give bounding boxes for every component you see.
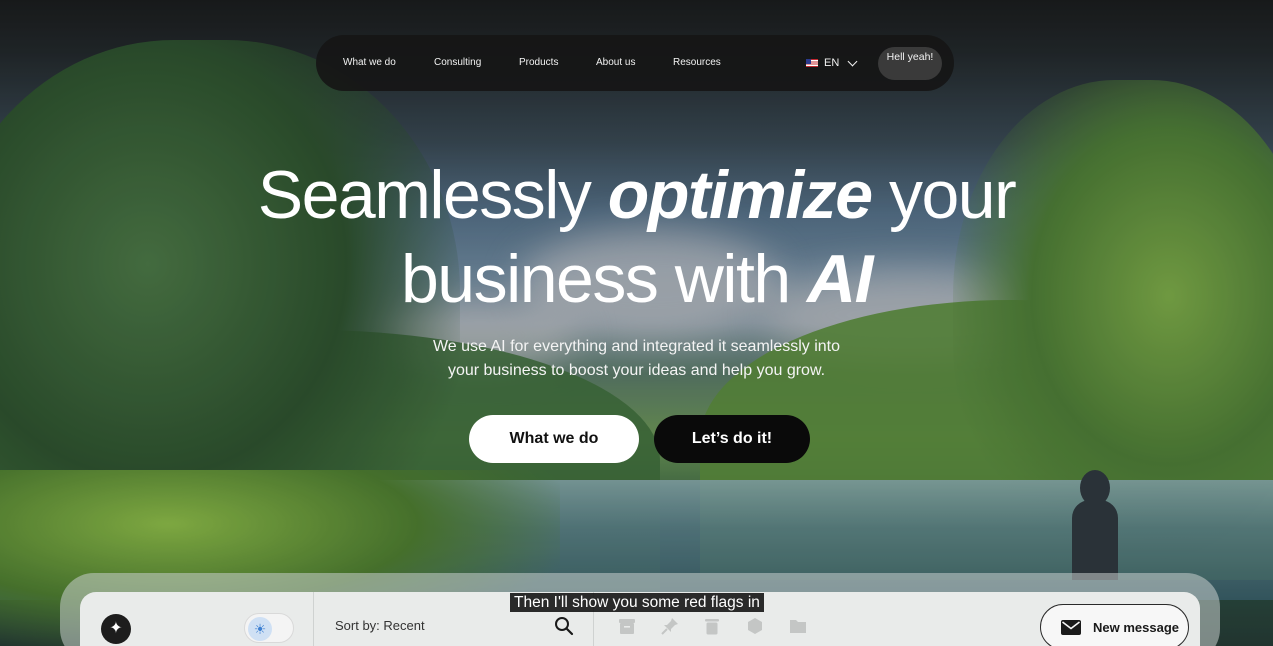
headline-emphasis: optimize (607, 157, 873, 233)
trash-icon[interactable] (703, 617, 721, 635)
search-icon[interactable] (554, 616, 574, 636)
tag-icon[interactable] (746, 617, 764, 635)
folder-icon[interactable] (789, 617, 807, 635)
theme-toggle[interactable]: ☀ (244, 613, 294, 643)
hero-subtitle-line1: We use AI for everything and integrated … (432, 338, 841, 355)
nav-link-what-we-do[interactable]: What we do (343, 35, 396, 91)
nav-link-products[interactable]: Products (519, 35, 558, 91)
hero-subtitle-line2: your business to boost your ideas and he… (447, 362, 826, 379)
what-we-do-button[interactable]: What we do (469, 415, 639, 463)
divider (313, 592, 314, 646)
us-flag-icon (806, 59, 818, 67)
sort-dropdown[interactable]: Sort by: Recent (335, 618, 425, 633)
archive-icon[interactable] (618, 617, 636, 635)
new-message-button[interactable]: New message (1040, 604, 1189, 646)
envelope-icon (1061, 619, 1081, 635)
language-label: EN (824, 57, 840, 69)
headline-emphasis: AI (807, 241, 874, 317)
headline-text: business with (400, 241, 808, 317)
hell-yeah-button[interactable]: Hell yeah! (878, 47, 942, 80)
chevron-down-icon (847, 56, 858, 66)
hero-headline-line2: business with AI (0, 240, 1273, 318)
headline-text: your (871, 157, 1017, 233)
sun-icon: ☀ (248, 617, 272, 641)
new-message-label: New message (1093, 619, 1179, 635)
headline-text: Seamlessly (257, 157, 608, 233)
nav-link-about-us[interactable]: About us (596, 35, 635, 91)
person-silhouette (1072, 470, 1118, 580)
language-selector[interactable]: EN (806, 35, 858, 91)
nav-link-consulting[interactable]: Consulting (434, 35, 481, 91)
video-caption: Then I'll show you some red flags in (510, 593, 764, 612)
lets-do-it-button[interactable]: Let’s do it! (654, 415, 810, 463)
hero-headline-line1: Seamlessly optimize your (0, 156, 1273, 234)
hero-background-image (0, 0, 1273, 646)
nav-link-resources[interactable]: Resources (673, 35, 721, 91)
pin-icon[interactable] (661, 617, 679, 635)
sparkle-icon[interactable]: ✦ (101, 614, 131, 644)
top-navigation: What we do Consulting Products About us … (316, 35, 954, 91)
